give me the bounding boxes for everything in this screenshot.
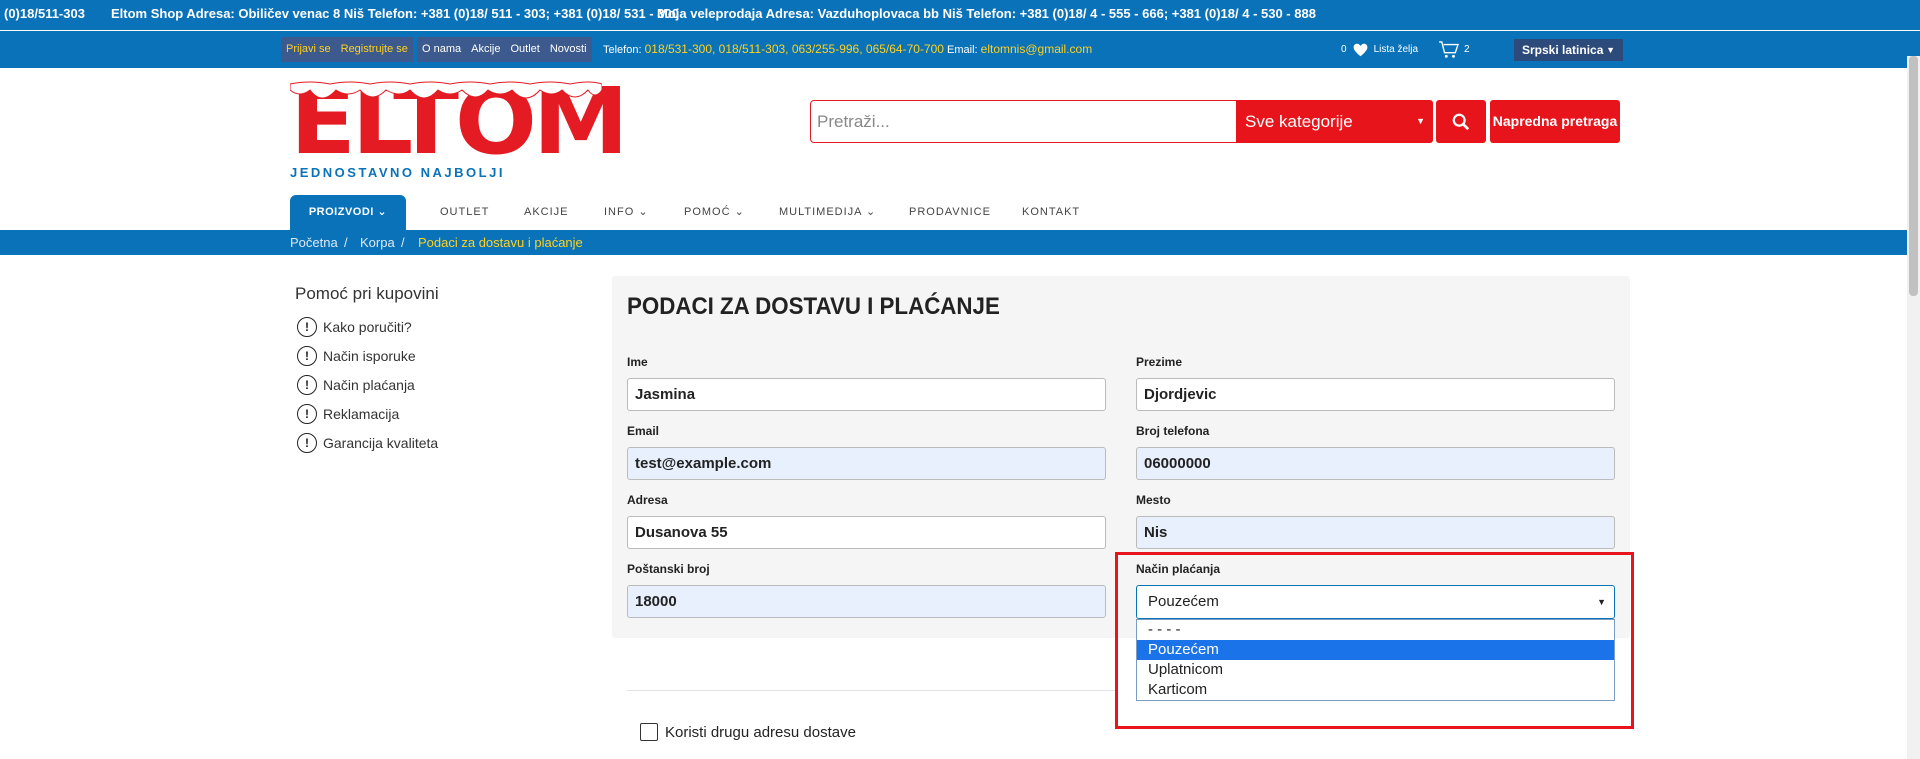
zip-label: Poštanski broj — [627, 562, 710, 576]
help-title: Pomoć pri kupovini — [295, 284, 439, 303]
advanced-search-button[interactable]: Napredna pretraga — [1490, 100, 1620, 143]
help-item-payment[interactable]: ! Način plaćanja — [297, 374, 415, 396]
help-item-label: Način plaćanja — [323, 377, 415, 393]
about-link[interactable]: O nama — [417, 37, 466, 62]
alt-address-label[interactable]: Koristi drugu adresu dostave — [665, 724, 856, 741]
info-icon: ! — [297, 404, 317, 424]
address-field[interactable]: Dusanova 55 — [627, 516, 1106, 549]
nav-multimedia-label: MULTIMEDIJA — [779, 206, 862, 218]
category-select[interactable]: Sve kategorije ▼ — [1236, 100, 1433, 143]
first-name-field[interactable]: Jasmina — [627, 378, 1106, 411]
breadcrumb: Početna / Korpa / Podaci za dostavu i pl… — [0, 230, 1920, 255]
nav-stores[interactable]: PRODAVNICE — [909, 195, 991, 230]
breadcrumb-home[interactable]: Početna — [290, 230, 338, 255]
category-value: Sve kategorije — [1245, 112, 1353, 131]
news-ticker: (0)18/511-303 Eltom Shop Adresa: Obiliče… — [0, 0, 1920, 30]
phone-numbers: 018/531-300, 018/511-303, 063/255-996, 0… — [644, 42, 944, 56]
info-icon: ! — [297, 375, 317, 395]
help-item-label: Garancija kvaliteta — [323, 435, 439, 451]
help-item-label: Kako poručiti? — [323, 319, 412, 335]
ticker-item: Moja veleprodaja Adresa: Vazduhoplovaca … — [657, 6, 1316, 21]
info-icon: ! — [297, 433, 317, 453]
search-input[interactable]: Pretraži... — [810, 100, 1238, 143]
ticker-item: (0)18/511-303 — [4, 6, 85, 21]
nav-info[interactable]: INFO ⌄ — [604, 195, 649, 230]
nav-sales[interactable]: AKCIJE — [524, 195, 569, 230]
news-link[interactable]: Novosti — [545, 37, 592, 62]
nav-help[interactable]: POMOĆ ⌄ — [684, 195, 745, 230]
caret-down-icon: ▼ — [1606, 45, 1615, 55]
outlet-link[interactable]: Outlet — [505, 37, 544, 62]
language-select[interactable]: Srpski latinica ▼ — [1514, 39, 1623, 61]
info-icon: ! — [297, 317, 317, 337]
last-name-field[interactable]: Djordjevic — [1136, 378, 1615, 411]
phone-label: Broj telefona — [1136, 424, 1210, 438]
chevron-down-icon: ⌄ — [734, 206, 745, 218]
city-field[interactable]: Nis — [1136, 516, 1615, 549]
ticker-item: Eltom Shop Adresa: Obiličev venac 8 Niš … — [111, 6, 679, 21]
scrollbar[interactable] — [1907, 56, 1920, 759]
email-label: Email — [627, 424, 660, 438]
email-link[interactable]: eltomnis@gmail.com — [981, 42, 1093, 56]
nav-products[interactable]: PROIZVODI ⌄ — [290, 195, 406, 230]
chevron-down-icon: ⌄ — [865, 206, 877, 218]
address-label: Adresa — [627, 493, 668, 507]
nav-products-label: PROIZVODI — [308, 206, 374, 218]
site-logo[interactable]: ELTOM JEDNOSTAVNO NAJBOLJI — [290, 76, 629, 182]
chevron-down-icon: ⌄ — [638, 206, 649, 218]
top-bar: Prijavi se Registrujte se O nama Akcije … — [0, 30, 1920, 68]
help-item-delivery[interactable]: ! Način isporuke — [297, 345, 416, 367]
wishlist-count: 0 — [1341, 44, 1347, 55]
breadcrumb-separator: / — [401, 235, 405, 250]
login-link[interactable]: Prijavi se — [281, 37, 336, 62]
phone-label: Telefon: — [603, 44, 642, 56]
nav-outlet[interactable]: OUTLET — [440, 195, 489, 230]
info-links: O nama Akcije Outlet Novosti — [417, 37, 592, 62]
wishlist-link[interactable]: 0 Lista želja — [1341, 37, 1418, 62]
help-item-label: Reklamacija — [323, 406, 400, 422]
help-item-label: Način isporuke — [323, 348, 416, 364]
help-item-complaints[interactable]: ! Reklamacija — [297, 403, 399, 425]
nav-multimedia[interactable]: MULTIMEDIJA ⌄ — [779, 195, 876, 230]
nav-help-label: POMOĆ — [684, 206, 731, 218]
info-icon: ! — [297, 346, 317, 366]
phone-field[interactable]: 06000000 — [1136, 447, 1615, 480]
chevron-down-icon: ⌄ — [377, 206, 388, 218]
help-item-how-to-order[interactable]: ! Kako poručiti? — [297, 316, 412, 338]
email-label: Email: — [947, 44, 978, 56]
scrollbar-thumb[interactable] — [1909, 56, 1918, 296]
language-value: Srpski latinica — [1522, 43, 1604, 57]
highlight-box — [1115, 552, 1634, 729]
cart-icon — [1439, 40, 1459, 58]
city-label: Mesto — [1136, 493, 1171, 507]
zip-field[interactable]: 18000 — [627, 585, 1106, 618]
search-button[interactable] — [1436, 100, 1486, 143]
caret-down-icon: ▼ — [1416, 116, 1425, 126]
divider — [627, 690, 1115, 691]
last-name-label: Prezime — [1136, 355, 1183, 369]
sales-link[interactable]: Akcije — [466, 37, 505, 62]
contact-info: Telefon: 018/531-300, 018/511-303, 063/2… — [603, 37, 1092, 63]
heart-icon — [1353, 43, 1367, 56]
cart-link[interactable]: 2 — [1438, 37, 1470, 62]
first-name-label: Ime — [627, 355, 648, 369]
search-icon — [1452, 113, 1470, 130]
breadcrumb-current: Podaci za dostavu i plaćanje — [418, 235, 583, 250]
wishlist-label: Lista želja — [1373, 44, 1419, 55]
nav-contact[interactable]: KONTAKT — [1022, 195, 1080, 230]
snow-decoration-icon — [290, 81, 602, 99]
breadcrumb-cart[interactable]: Korpa — [360, 230, 395, 255]
logo-tagline: JEDNOSTAVNO NAJBOLJI — [290, 165, 505, 180]
breadcrumb-separator: / — [344, 235, 348, 250]
help-item-warranty[interactable]: ! Garancija kvaliteta — [297, 432, 438, 454]
account-links: Prijavi se Registrujte se — [281, 37, 413, 62]
register-link[interactable]: Registrujte se — [336, 37, 413, 62]
form-title: PODACI ZA DOSTAVU I PLAĆANJE — [627, 293, 1000, 320]
email-field[interactable]: test@example.com — [627, 447, 1106, 480]
cart-count: 2 — [1464, 44, 1470, 55]
nav-info-label: INFO — [604, 206, 635, 218]
alt-address-checkbox[interactable] — [640, 723, 658, 741]
